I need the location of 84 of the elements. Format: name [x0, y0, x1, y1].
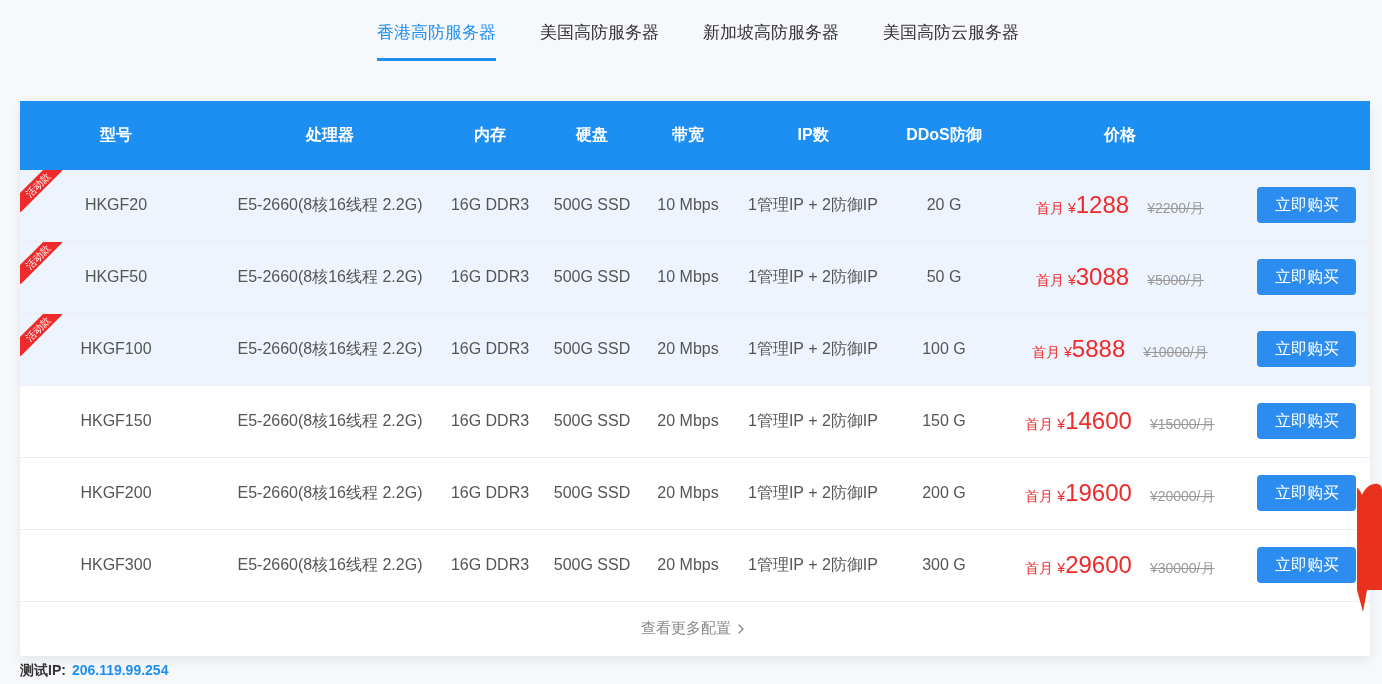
category-tab[interactable]: 美国高防服务器: [540, 20, 659, 61]
table-cell-text: 20 G: [926, 195, 962, 215]
original-price: ¥10000/月: [1143, 343, 1208, 362]
table-cell-text: 16G DDR3: [450, 411, 530, 431]
table-cell-text: HKGF50: [84, 267, 148, 287]
table-cell-text: 500G SSD: [553, 339, 631, 359]
original-price: ¥20000/月: [1149, 487, 1215, 506]
table-cell-text: E5-2660(8核16线程 2.2G): [237, 195, 423, 215]
price-amount: 3088: [1075, 262, 1130, 292]
column-header: DDoS防御: [906, 125, 982, 145]
column-header: 带宽: [672, 125, 704, 145]
category-tab[interactable]: 香港高防服务器: [377, 20, 496, 61]
category-tab[interactable]: 新加坡高防服务器: [703, 20, 839, 61]
price-prefix: 首月 ¥: [1025, 416, 1066, 434]
buy-button[interactable]: 立即购买: [1257, 403, 1356, 439]
table-cell-text: HKGF100: [80, 339, 152, 359]
table-cell-text: 20 Mbps: [657, 483, 719, 503]
table-cell-text: 16G DDR3: [450, 195, 530, 215]
view-more-link[interactable]: 查看更多配置: [641, 617, 749, 640]
table-cell-text: 1管理IP + 2防御IP: [748, 267, 878, 287]
buy-button[interactable]: 立即购买: [1257, 259, 1356, 295]
table-cell-text: HKGF150: [80, 411, 152, 431]
column-header: 型号: [100, 125, 132, 145]
table-cell-text: 16G DDR3: [450, 339, 530, 359]
price-amount: 5888: [1071, 334, 1126, 364]
original-price: ¥30000/月: [1149, 559, 1215, 578]
original-price: ¥2200/月: [1147, 199, 1204, 218]
promo-ribbon: 活动款: [20, 169, 62, 212]
table-cell-text: 10 Mbps: [657, 267, 719, 287]
price-amount: 1288: [1075, 190, 1130, 220]
price-prefix: 首月 ¥: [1036, 200, 1076, 218]
promo-ribbon: 活动款: [20, 313, 62, 356]
table-cell-text: 10 Mbps: [657, 195, 719, 215]
promo-ribbon: 活动款: [20, 241, 62, 284]
table-cell-text: 500G SSD: [553, 267, 631, 287]
buy-button[interactable]: 立即购买: [1257, 475, 1356, 511]
table-cell-text: 300 G: [922, 555, 966, 575]
table-cell-text: E5-2660(8核16线程 2.2G): [237, 483, 423, 503]
table-cell-text: 20 Mbps: [657, 339, 719, 359]
table-cell-text: 1管理IP + 2防御IP: [748, 411, 878, 431]
table-cell-text: E5-2660(8核16线程 2.2G): [237, 267, 423, 287]
table-cell-text: 1管理IP + 2防御IP: [748, 555, 878, 575]
table-cell-text: HKGF20: [84, 195, 148, 215]
table-cell-text: 16G DDR3: [450, 555, 530, 575]
table-cell-text: HKGF200: [80, 483, 152, 503]
category-tab[interactable]: 美国高防云服务器: [883, 20, 1019, 61]
price-amount: 14600: [1065, 406, 1132, 436]
price-prefix: 首月 ¥: [1036, 272, 1076, 290]
column-header: 内存: [474, 125, 506, 145]
original-price: ¥5000/月: [1147, 271, 1204, 290]
column-header: 处理器: [306, 125, 354, 145]
price-prefix: 首月 ¥: [1025, 560, 1066, 578]
table-cell-text: 1管理IP + 2防御IP: [748, 483, 878, 503]
buy-button[interactable]: 立即购买: [1257, 331, 1356, 367]
table-cell-text: 16G DDR3: [450, 267, 530, 287]
table-cell-text: 100 G: [922, 339, 966, 359]
price-amount: 29600: [1065, 550, 1132, 580]
buy-button[interactable]: 立即购买: [1257, 187, 1356, 223]
table-cell-text: 1管理IP + 2防御IP: [748, 195, 878, 215]
column-header: IP数: [797, 125, 829, 145]
table-cell-text: HKGF300: [80, 555, 152, 575]
table-cell-text: 20 Mbps: [657, 411, 719, 431]
table-cell-text: 1管理IP + 2防御IP: [748, 339, 878, 359]
table-cell-text: 16G DDR3: [450, 483, 530, 503]
column-header: 硬盘: [576, 125, 608, 145]
table-cell-text: 150 G: [922, 411, 966, 431]
column-header: 价格: [1104, 125, 1136, 145]
table-cell-text: 500G SSD: [553, 483, 631, 503]
price-prefix: 首月 ¥: [1025, 488, 1066, 506]
table-cell-text: 500G SSD: [553, 195, 631, 215]
test-ip-label: 测试IP:: [20, 660, 66, 680]
table-cell-text: 500G SSD: [553, 555, 631, 575]
buy-button[interactable]: 立即购买: [1257, 547, 1356, 583]
price-prefix: 首月 ¥: [1032, 344, 1072, 362]
table-cell-text: E5-2660(8核16线程 2.2G): [237, 339, 423, 359]
table-cell-text: E5-2660(8核16线程 2.2G): [237, 555, 423, 575]
table-cell-text: 200 G: [922, 483, 966, 503]
test-ip-link[interactable]: 206.119.99.254: [71, 659, 169, 681]
table-cell-text: E5-2660(8核16线程 2.2G): [237, 411, 423, 431]
table-cell-text: 500G SSD: [553, 411, 631, 431]
table-cell-text: 20 Mbps: [657, 555, 719, 575]
price-amount: 19600: [1065, 478, 1132, 508]
table-cell-text: 50 G: [926, 267, 962, 287]
original-price: ¥15000/月: [1149, 415, 1215, 434]
